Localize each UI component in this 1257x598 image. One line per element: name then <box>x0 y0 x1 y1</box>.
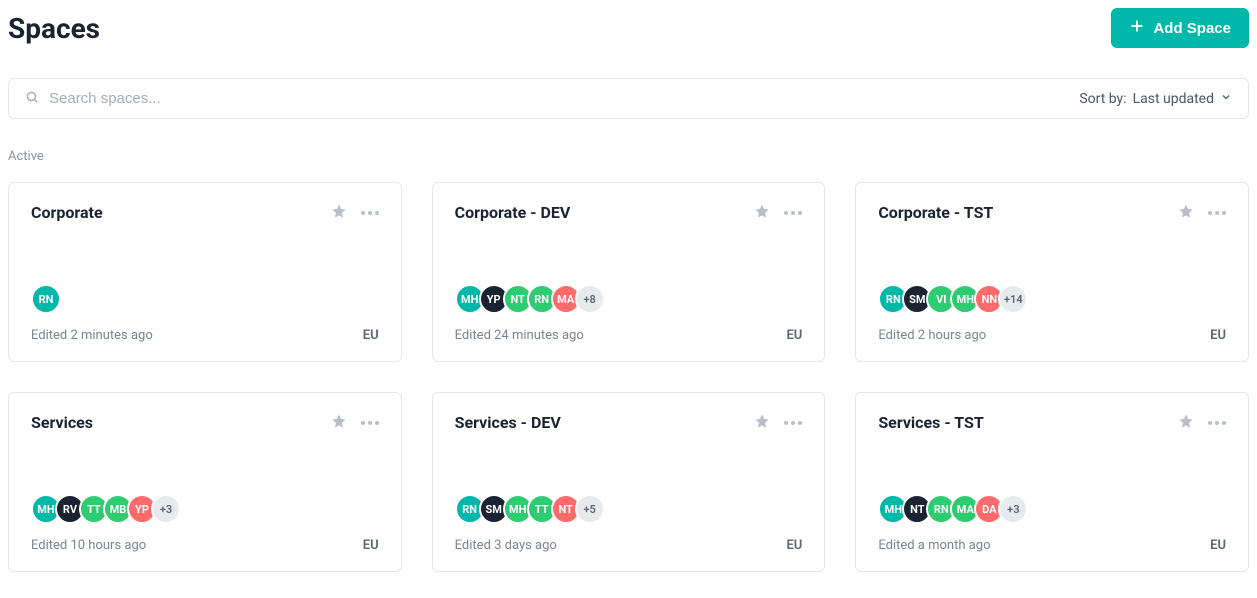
add-space-label: Add Space <box>1153 20 1231 37</box>
region-label: EU <box>1210 328 1226 343</box>
space-card[interactable]: Corporate - DEV MHYPNTRNMA+8 Edited 24 min… <box>432 182 826 362</box>
avatar-stack: MHNTRNMADA+3 <box>878 494 1226 524</box>
space-card-title: Corporate <box>31 203 103 222</box>
star-icon[interactable] <box>754 413 770 433</box>
more-icon[interactable] <box>784 421 802 425</box>
avatar-overflow[interactable]: +5 <box>575 494 605 524</box>
more-icon[interactable] <box>361 211 379 215</box>
chevron-down-icon <box>1220 91 1232 107</box>
edited-label: Edited a month ago <box>878 538 990 553</box>
search-icon <box>25 89 39 108</box>
search-input[interactable] <box>49 90 1079 107</box>
sort-value: Last updated <box>1133 91 1214 107</box>
space-card[interactable]: Corporate - TST RNSMVIMHNN+14 Edited 2 hou… <box>855 182 1249 362</box>
star-icon[interactable] <box>331 413 347 433</box>
space-card-title: Services - TST <box>878 413 983 432</box>
edited-label: Edited 2 minutes ago <box>31 328 153 343</box>
avatar-overflow[interactable]: +14 <box>998 284 1028 314</box>
space-card-title: Corporate - DEV <box>455 203 571 222</box>
star-icon[interactable] <box>1178 413 1194 433</box>
page-title: Spaces <box>8 12 100 45</box>
more-icon[interactable] <box>784 211 802 215</box>
region-label: EU <box>786 328 802 343</box>
avatar-overflow[interactable]: +3 <box>151 494 181 524</box>
space-card-title: Services <box>31 413 93 432</box>
region-label: EU <box>786 538 802 553</box>
star-icon[interactable] <box>754 203 770 223</box>
plus-icon <box>1129 18 1145 38</box>
avatar-stack: RNSMVIMHNN+14 <box>878 284 1226 314</box>
avatar-stack: MHRVTTMBYP+3 <box>31 494 379 524</box>
avatar-overflow[interactable]: +8 <box>575 284 605 314</box>
region-label: EU <box>363 538 379 553</box>
edited-label: Edited 2 hours ago <box>878 328 986 343</box>
more-icon[interactable] <box>1208 211 1226 215</box>
more-icon[interactable] <box>1208 421 1226 425</box>
sort-dropdown[interactable]: Sort by: Last updated <box>1079 91 1232 107</box>
space-card[interactable]: Corporate RN Edited 2 minutes ago EU <box>8 182 402 362</box>
avatar-stack: MHYPNTRNMA+8 <box>455 284 803 314</box>
space-card-title: Corporate - TST <box>878 203 993 222</box>
space-card[interactable]: Services - TST MHNTRNMADA+3 Edited a month… <box>855 392 1249 572</box>
avatar-overflow[interactable]: +3 <box>998 494 1028 524</box>
avatar-stack: RN <box>31 284 379 314</box>
edited-label: Edited 24 minutes ago <box>455 328 584 343</box>
space-card[interactable]: Services MHRVTTMBYP+3 Edited 10 hours ago E… <box>8 392 402 572</box>
space-card-title: Services - DEV <box>455 413 561 432</box>
sort-prefix: Sort by: <box>1079 91 1126 107</box>
edited-label: Edited 10 hours ago <box>31 538 146 553</box>
region-label: EU <box>363 328 379 343</box>
avatar: RN <box>31 284 61 314</box>
edited-label: Edited 3 days ago <box>455 538 557 553</box>
avatar-stack: RNSMMHTTNT+5 <box>455 494 803 524</box>
star-icon[interactable] <box>331 203 347 223</box>
space-card[interactable]: Services - DEV RNSMMHTTNT+5 Edited 3 days … <box>432 392 826 572</box>
toolbar: Sort by: Last updated <box>8 78 1249 119</box>
region-label: EU <box>1210 538 1226 553</box>
add-space-button[interactable]: Add Space <box>1111 8 1249 48</box>
more-icon[interactable] <box>361 421 379 425</box>
star-icon[interactable] <box>1178 203 1194 223</box>
section-label: Active <box>8 149 1249 164</box>
